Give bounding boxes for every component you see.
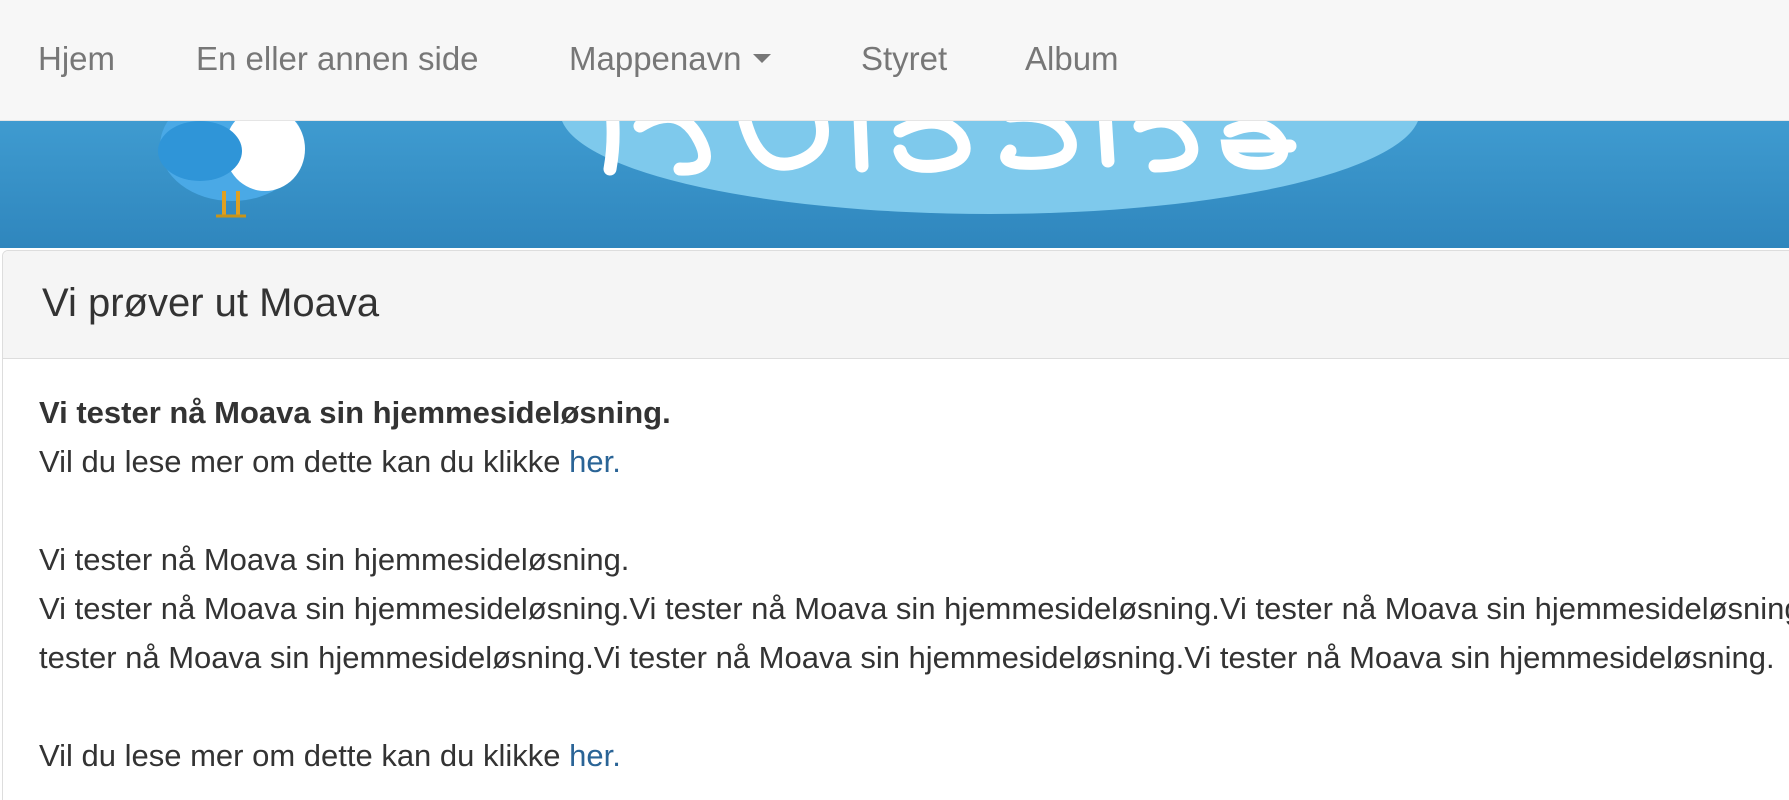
- read-more-line: Vil du lese mer om dette kan du klikke h…: [39, 444, 621, 479]
- nav-item-label: Album: [1025, 40, 1119, 77]
- panel-body: Vi tester nå Moava sin hjemmesideløsning…: [39, 388, 1789, 780]
- nav-item-styret[interactable]: Styret: [861, 0, 947, 118]
- paragraph-line: tester nå Moava sin hjemmesideløsning.Vi…: [39, 640, 1775, 675]
- read-more-link[interactable]: her.: [569, 444, 621, 479]
- header-banner: [0, 121, 1789, 248]
- page: Hjem En eller annen side Mappenavn Styre…: [0, 0, 1789, 800]
- caret-down-icon: [753, 53, 772, 63]
- read-more-line: Vil du lese mer om dette kan du klikke h…: [39, 738, 621, 773]
- banner-graphic: [158, 121, 1418, 218]
- paragraph-line: Vi tester nå Moava sin hjemmesideløsning…: [39, 542, 630, 577]
- panel-title: Vi prøver ut Moava: [42, 281, 380, 325]
- nav-dropdown-mappenavn[interactable]: Mappenavn: [569, 0, 772, 118]
- nav-item-album[interactable]: Album: [1025, 0, 1119, 118]
- nav-item-label: Hjem: [38, 40, 116, 77]
- bird-mascot-icon: [158, 121, 305, 218]
- nav-item-label: En eller annen side: [196, 40, 479, 77]
- nav-item-hjem[interactable]: Hjem: [38, 0, 115, 118]
- top-navbar: Hjem En eller annen side Mappenavn Styre…: [0, 0, 1789, 121]
- nav-item-en-eller-annen-side[interactable]: En eller annen side: [196, 0, 479, 118]
- read-more-link[interactable]: her.: [569, 738, 621, 773]
- nav-item-label: Styret: [861, 40, 948, 77]
- intro-bold-line: Vi tester nå Moava sin hjemmesideløsning…: [39, 395, 671, 430]
- panel-heading: Vi prøver ut Moava: [3, 251, 1789, 359]
- paragraph-line: Vi tester nå Moava sin hjemmesideløsning…: [39, 591, 1789, 626]
- nav-item-label: Mappenavn: [569, 40, 742, 77]
